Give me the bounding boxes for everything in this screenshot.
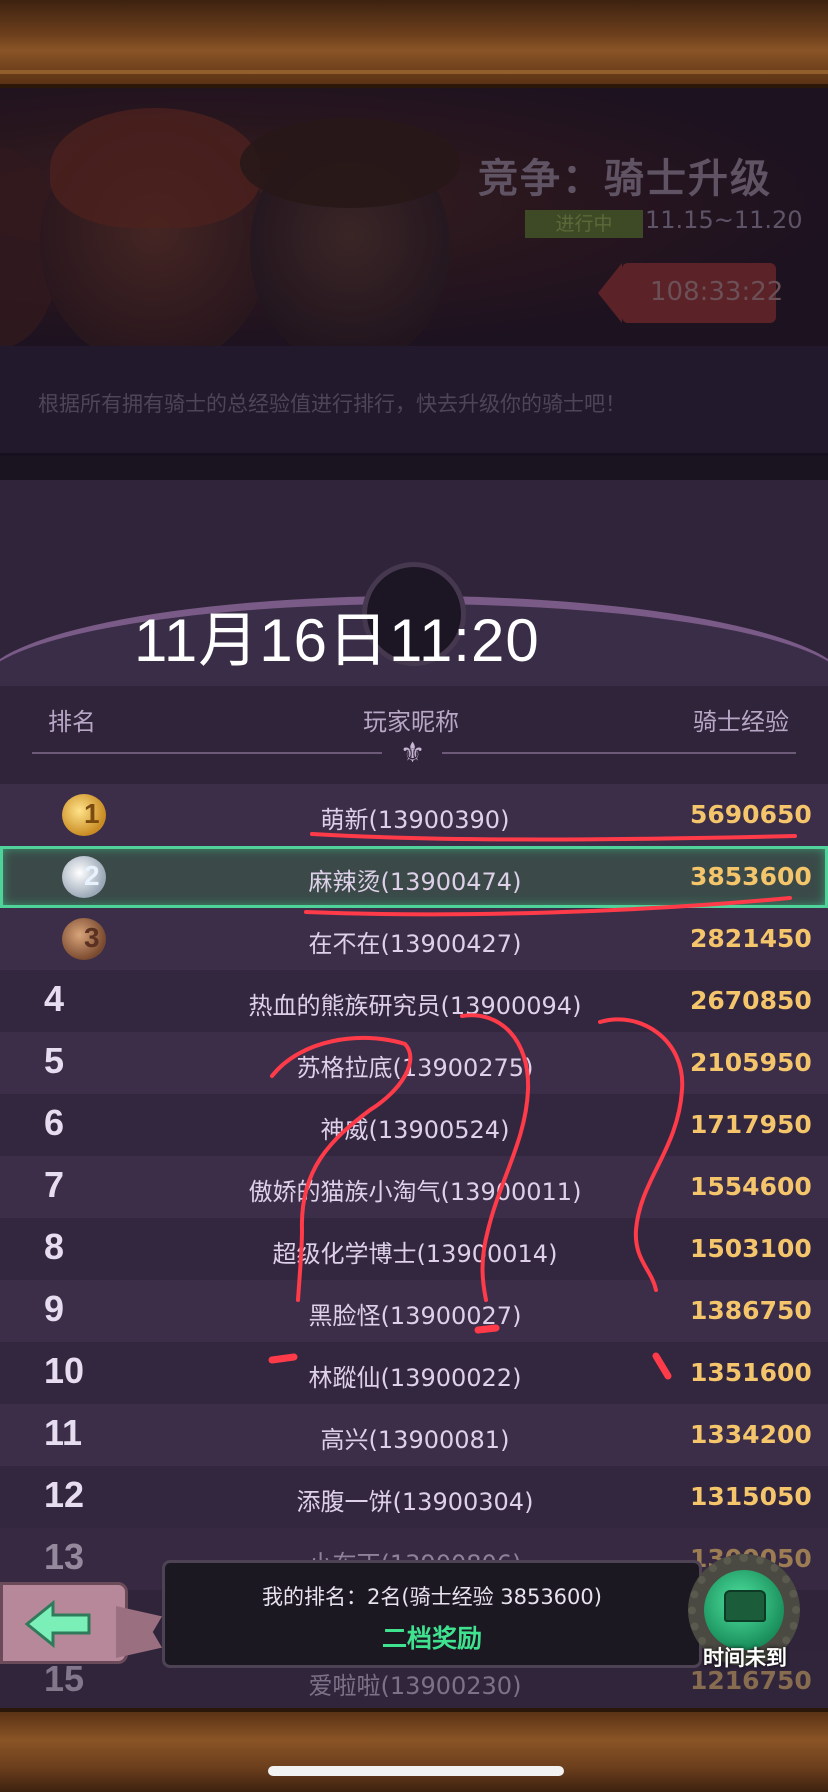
player-name: 麻辣烫(13900474) (308, 868, 522, 896)
back-button[interactable] (0, 1582, 128, 1664)
table-row[interactable]: 1 萌新(13900390) 5690650 (0, 784, 828, 846)
description-bar: 根据所有拥有骑士的总经验值进行排行，快去升级你的骑士吧！ (0, 346, 828, 456)
player-exp: 2105950 (690, 1048, 812, 1077)
rank-number: 12 (44, 1474, 85, 1515)
player-name: 超级化学博士(13900014) (272, 1240, 558, 1268)
player-name: 傲娇的猫族小淘气(13900011) (248, 1178, 582, 1206)
table-row[interactable]: 10 林蹤仙(13900022) 1351600 (0, 1342, 828, 1404)
rank-number: 10 (44, 1350, 85, 1391)
countdown-tag: 108:33:22 (598, 263, 783, 323)
player-exp: 5690650 (690, 800, 812, 829)
wooden-frame-bottom (0, 1708, 828, 1792)
player-exp: 1717950 (690, 1110, 812, 1139)
rank-number: 15 (44, 1658, 85, 1699)
rank-number: 7 (44, 1164, 65, 1205)
rank-number: 6 (44, 1102, 65, 1143)
player-exp: 1386750 (690, 1296, 812, 1325)
player-name: 神威(13900524) (320, 1116, 510, 1144)
table-row[interactable]: 4 热血的熊族研究员(13900094) 2670850 (0, 970, 828, 1032)
treasure-chest-icon (724, 1590, 766, 1622)
player-exp: 1351600 (690, 1358, 812, 1387)
reward-tier-link[interactable]: 二档奖励 (165, 1619, 699, 1655)
rank-number: 11 (44, 1412, 83, 1453)
header-rank: 排名 (48, 708, 96, 736)
reward-chest-button[interactable]: 时间未到 (680, 1548, 810, 1678)
header-exp: 骑士经验 (693, 708, 789, 736)
player-name: 苏格拉底(13900275) (296, 1054, 534, 1082)
table-row[interactable]: 11 高兴(13900081) 1334200 (0, 1404, 828, 1466)
player-name: 萌新(13900390) (320, 806, 510, 834)
event-banner: 竞争：骑士升级 进行中 11.15~11.20 108:33:22 (0, 88, 828, 346)
countdown-text: 108:33:22 (650, 277, 784, 307)
player-name: 热血的熊族研究员(13900094) (248, 992, 582, 1020)
rank-number: 13 (44, 1536, 85, 1577)
table-row[interactable]: 9 黑脸怪(13900027) 1386750 (0, 1280, 828, 1342)
player-exp: 2670850 (690, 986, 812, 1015)
back-arrow-icon (24, 1599, 91, 1649)
event-date-range: 11.15~11.20 (645, 206, 803, 234)
player-exp: 2821450 (690, 924, 812, 953)
wooden-frame-top (0, 0, 828, 88)
rank-number: 4 (44, 978, 65, 1019)
player-exp: 1503100 (690, 1234, 812, 1263)
player-exp: 1334200 (690, 1420, 812, 1449)
player-name: 添腹一饼(13900304) (296, 1488, 534, 1516)
table-row[interactable]: 6 神威(13900524) 1717950 (0, 1094, 828, 1156)
player-exp: 1315050 (690, 1482, 812, 1511)
table-row[interactable]: 12 添腹一饼(13900304) 1315050 (0, 1466, 828, 1528)
status-badge: 进行中 (525, 210, 643, 238)
table-row[interactable]: 5 苏格拉底(13900275) 2105950 (0, 1032, 828, 1094)
table-row[interactable]: 3 在不在(13900427) 2821450 (0, 908, 828, 970)
header-nickname: 玩家昵称 (363, 708, 459, 736)
gold-medal-icon: 1 (62, 794, 106, 836)
my-rank-bar: 我的排名：2名(骑士经验 3853600) 二档奖励 (162, 1560, 702, 1668)
rank-number: 9 (44, 1288, 65, 1329)
table-row-highlighted[interactable]: 2 麻辣烫(13900474) 3853600 (0, 846, 828, 908)
player-name: 爱啦啦(13900230) (308, 1672, 522, 1700)
player-exp: 1554600 (690, 1172, 812, 1201)
table-row[interactable]: 8 超级化学博士(13900014) 1503100 (0, 1218, 828, 1280)
player-name: 林蹤仙(13900022) (308, 1364, 522, 1392)
rank-number: 8 (44, 1226, 65, 1267)
player-exp: 3853600 (690, 862, 812, 891)
fleur-de-lis-icon: ⚜ (400, 736, 426, 769)
player-name: 在不在(13900427) (308, 930, 522, 958)
handwritten-timestamp: 11月16日11:20 (134, 607, 540, 674)
chest-status-label: 时间未到 (703, 1646, 787, 1670)
home-indicator[interactable] (268, 1766, 564, 1776)
event-title: 竞争：骑士升级 (478, 156, 772, 202)
event-description: 根据所有拥有骑士的总经验值进行排行，快去升级你的骑士吧！ (38, 392, 626, 416)
rank-number: 5 (44, 1040, 65, 1081)
header-divider-left (32, 752, 382, 754)
player-name: 高兴(13900081) (320, 1426, 510, 1454)
table-row[interactable]: 7 傲娇的猫族小淘气(13900011) 1554600 (0, 1156, 828, 1218)
header-divider-right (442, 752, 796, 754)
player-name: 黑脸怪(13900027) (308, 1302, 522, 1330)
silver-medal-icon: 2 (62, 856, 106, 898)
my-rank-text: 我的排名：2名(骑士经验 3853600) (262, 1585, 602, 1609)
bronze-medal-icon: 3 (62, 918, 106, 960)
